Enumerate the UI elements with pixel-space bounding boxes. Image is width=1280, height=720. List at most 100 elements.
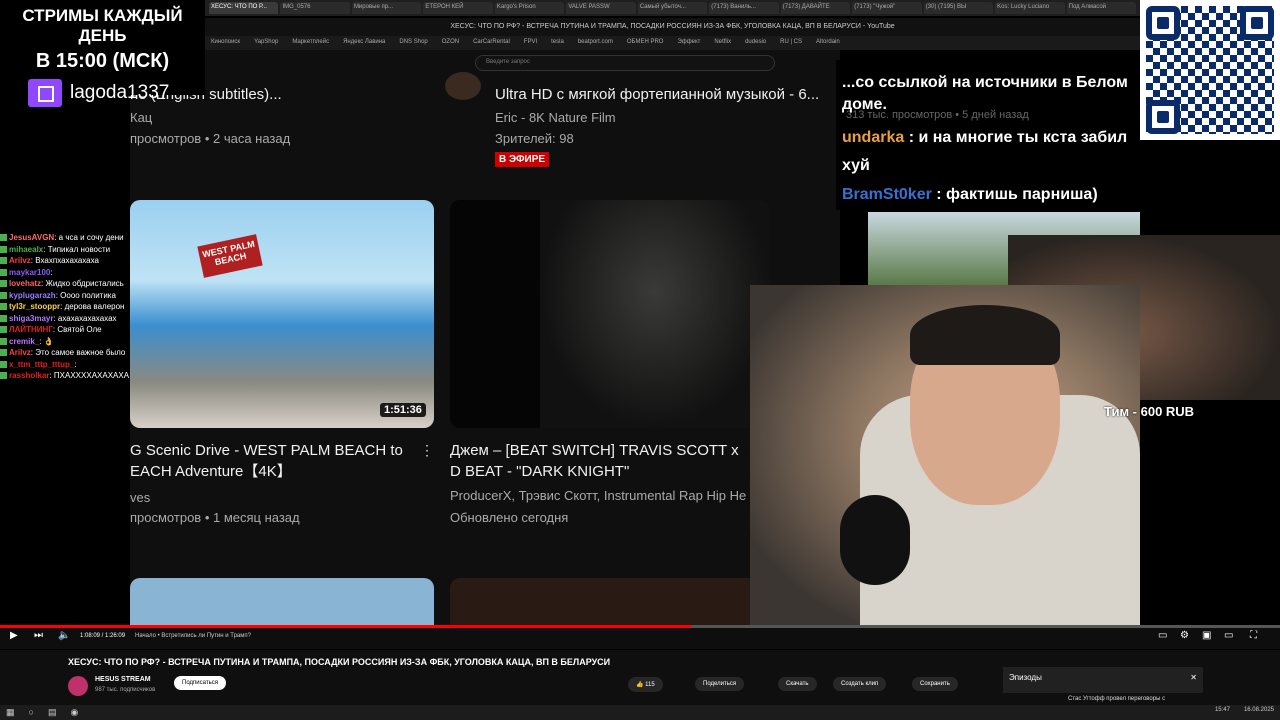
chat-username[interactable]: rassholkar [9,371,49,380]
subtitles-icon[interactable]: ▭ [1158,630,1167,641]
badge-icon [0,291,7,299]
channel-avatar[interactable] [445,72,481,100]
qr-code [1140,0,1280,140]
close-icon[interactable]: ✕ [1190,673,1197,682]
chat-username[interactable]: mihaealx [9,245,43,254]
video-duration: 1:51:36 [380,403,426,417]
chapter-title[interactable]: Начало • Встретились ли Путин и Трамп? [135,633,251,639]
bookmark[interactable]: DNS Shop [399,39,427,47]
bookmark[interactable]: Altordain [816,39,840,47]
video-title[interactable]: G Scenic Drive - WEST PALM BEACH to EACH… [130,440,430,482]
badge-icon [0,372,7,380]
bookmark[interactable]: dudesio [745,39,766,47]
browser-tab[interactable]: IMG_0576 [280,2,350,14]
chat-username[interactable]: JesusAVGN [9,233,54,242]
browser-tab[interactable]: VALVE PASSW [566,2,636,14]
bookmark[interactable]: Эффект [677,39,700,47]
chat-username[interactable]: cremik_ [9,337,39,346]
next-icon[interactable]: ⏭ [34,630,43,641]
bookmark[interactable]: Netflix [714,39,731,47]
live-badge: В ЭФИРЕ [495,152,550,167]
video-title[interactable]: Ultra HD с мягкой фортепианной музыкой -… [495,84,819,105]
badge-icon [0,349,7,357]
badge-icon [0,234,7,242]
chat-text: Вхахпхахахахаха [35,256,99,265]
windows-start-icon[interactable]: ▦ [6,707,15,718]
bookmark[interactable]: CarCarRental [473,39,510,47]
browser-tab[interactable]: Kos: Lucky Luciano [995,2,1065,14]
bookmark[interactable]: FPVI [524,39,537,47]
chat-username[interactable]: maykar100 [9,268,50,277]
chat-username[interactable]: tyl3r_stooppr [9,302,60,311]
bookmark[interactable]: ОБМЕН PRO [627,39,664,47]
subscribe-button[interactable]: Подписаться [174,676,226,690]
bookmark[interactable]: OZON [442,39,459,47]
browser-icon[interactable]: ◉ [70,707,78,718]
clip-button[interactable]: Создать клип [833,677,887,691]
save-button[interactable]: Сохранить [912,677,958,691]
browser-tab[interactable]: Самый убыточ... [637,2,708,14]
miniplayer-icon[interactable]: ▣ [1202,630,1211,641]
chat-message: mihaealx: Типикал новости [0,244,190,256]
channel-avatar[interactable] [68,676,88,696]
channel-name[interactable]: HESUS STREAM [95,676,151,683]
chat-username[interactable]: Arilvz [9,256,31,265]
badge-icon [0,360,7,368]
chat-username[interactable]: ЛАЙТНИНГ [9,325,53,334]
progress-bar[interactable] [0,625,1280,628]
volume-icon[interactable]: 🔈 [58,630,70,641]
bookmark[interactable]: tesla [551,39,564,47]
chat-message: x_ttm_tttp_tttup_: [0,359,190,371]
video-channel[interactable]: Кац [130,110,152,125]
browser-tab[interactable]: (30) (7195) ВЫ [923,2,994,14]
video-title[interactable]: Джем – [BEAT SWITCH] TRAVIS SCOTT x D BE… [450,440,750,482]
file-explorer-icon[interactable]: ▤ [48,707,57,718]
theater-icon[interactable]: ▭ [1224,630,1233,641]
video-channel[interactable]: Eric - 8K Nature Film [495,110,616,125]
bookmark[interactable]: Яндекс Лавина [343,39,385,47]
chat-text: 👌 [43,336,54,346]
browser-tab[interactable]: Под Алмасой [1066,2,1137,14]
browser-tab[interactable]: (7173) Ваниль... [709,2,779,14]
video-thumbnail[interactable] [130,578,434,625]
chat-username[interactable]: lovehatz [9,279,41,288]
search-input[interactable]: Введите запрос [475,55,775,71]
download-button[interactable]: Скачать [778,677,817,691]
chat-text: ахахахахахахах [57,313,117,323]
browser-tab[interactable]: Мировые пр... [351,2,422,14]
chat-username[interactable]: kyplugarazh [9,291,56,300]
browser-tab[interactable]: (7173) "Чужой" [852,2,922,14]
video-channel[interactable]: ProducerX, Трэвис Скотт, Instrumental Ra… [450,488,750,503]
like-button[interactable]: 👍 115 [628,677,663,692]
streamer-webcam [750,285,1140,625]
schedule-line: СТРИМЫ КАЖДЫЙ ДЕНЬ [22,6,183,45]
play-icon[interactable]: ▶ [10,630,18,641]
video-thumbnail[interactable] [450,200,770,428]
badge-icon [0,268,7,276]
microphone [840,495,910,585]
share-button[interactable]: Поделиться [695,677,745,691]
browser-tab[interactable]: Kargo's Prison [494,2,565,14]
chat-username[interactable]: shiga3mayr [9,314,53,323]
browser-tab[interactable]: ХЕСУС: ЧТО ПО Р... [209,2,279,14]
search-icon[interactable]: ○ [29,707,34,718]
bookmark[interactable]: RU | CS [780,39,802,47]
bookmark[interactable]: Маркетплейс [292,39,329,47]
video-channel[interactable]: ves [130,490,150,505]
chat-username[interactable]: x_ttm_tttp_tttup_ [9,360,74,369]
bookmark[interactable]: YapShop [254,39,278,47]
settings-icon[interactable]: ⚙ [1180,630,1189,641]
bookmark[interactable]: Кинопоиск [211,39,240,47]
bookmark[interactable]: beatport.com [578,39,613,47]
chat-username[interactable]: Arilvz [9,348,31,357]
browser-tab[interactable]: ЕТЕРОН КЕЙ [423,2,493,14]
fullscreen-icon[interactable]: ⛶ [1250,630,1257,641]
episode-item[interactable]: Стас Угтофф провел переговоры с [1068,696,1165,702]
overlay-username: BramSt0ker [842,186,932,203]
badge-icon [0,280,7,288]
chat-message: Arilvz: Вхахпхахахахаха [0,255,190,267]
more-options-icon[interactable]: ⋮ [420,442,434,459]
video-thumbnail[interactable] [450,578,770,625]
twitch-handle: lagoda1337 [70,82,170,103]
browser-tab[interactable]: (7173) ДАВАЙТЕ [780,2,851,14]
